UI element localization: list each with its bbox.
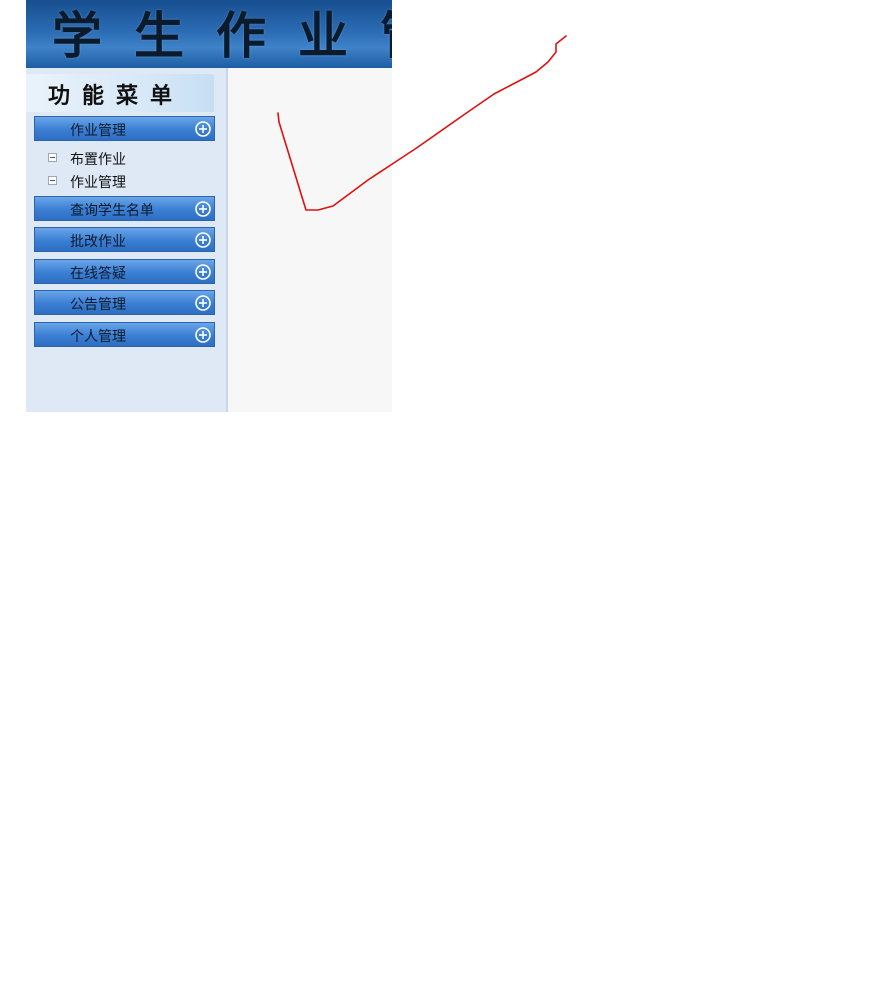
menu-label: 公告管理 xyxy=(70,297,126,313)
menu-homework-management[interactable]: 作业管理 xyxy=(34,116,215,141)
banner-title: 学生作业管 xyxy=(52,6,392,65)
minus-box-icon xyxy=(48,153,57,162)
plus-circle-icon[interactable] xyxy=(195,232,211,248)
submenu-label: 作业管理 xyxy=(70,175,126,191)
sidebar-header: 功能菜单 xyxy=(26,74,214,112)
menu-grade-homework[interactable]: 批改作业 xyxy=(34,227,215,252)
menu-label: 作业管理 xyxy=(70,123,126,139)
menu-online-qa[interactable]: 在线答疑 xyxy=(34,259,215,284)
sidebar-header-title: 功能菜单 xyxy=(48,83,185,109)
menu-personal-management[interactable]: 个人管理 xyxy=(34,322,215,347)
plus-circle-icon[interactable] xyxy=(195,264,211,280)
minus-box-icon xyxy=(48,176,57,185)
menu-label: 批改作业 xyxy=(70,234,126,250)
submenu-label: 布置作业 xyxy=(70,152,126,168)
plus-circle-icon[interactable] xyxy=(195,327,211,343)
header-banner: 学生作业管 xyxy=(26,0,392,68)
app-window: 学生作业管 功能菜单 作业管理 布置作业 xyxy=(26,0,392,412)
plus-circle-icon[interactable] xyxy=(195,201,211,217)
menu-announcement-management[interactable]: 公告管理 xyxy=(34,290,215,315)
function-menu-sidebar: 功能菜单 作业管理 布置作业 作业管理 查询学生名单 批改作业 在线答疑 公告管… xyxy=(26,68,228,412)
menu-label: 查询学生名单 xyxy=(70,203,154,219)
main-content-area xyxy=(228,68,392,412)
plus-circle-icon[interactable] xyxy=(195,295,211,311)
plus-circle-icon[interactable] xyxy=(195,121,211,137)
screenshot-canvas: 学生作业管 功能菜单 作业管理 布置作业 xyxy=(0,0,880,1000)
menu-label: 在线答疑 xyxy=(70,266,126,282)
menu-label: 个人管理 xyxy=(70,329,126,345)
menu-query-student-list[interactable]: 查询学生名单 xyxy=(34,196,215,221)
